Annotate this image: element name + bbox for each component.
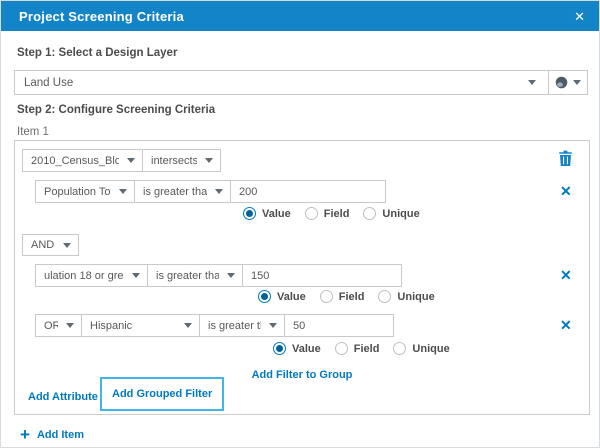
radio-value-selected[interactable] xyxy=(273,342,286,355)
comparison-dropdown[interactable]: is greater than xyxy=(134,180,231,203)
dialog-header: Project Screening Criteria ✕ xyxy=(1,1,599,31)
attribute-filter-row: OR Hispanic is greater than xyxy=(35,314,394,337)
remove-filter-icon[interactable]: ✕ xyxy=(560,184,572,198)
criteria-layer-dropdown[interactable]: 2010_Census_Blocks xyxy=(22,149,143,172)
design-layer-select[interactable]: Land Use xyxy=(14,70,588,95)
chevron-down-icon xyxy=(227,273,235,278)
radio-field[interactable] xyxy=(334,342,348,355)
comparison-dropdown[interactable]: is greater than xyxy=(199,314,285,337)
item-label: Item 1 xyxy=(17,126,49,138)
filter-mode-options: Value Field Unique xyxy=(243,207,420,220)
chevron-down-icon xyxy=(119,189,127,194)
plus-icon: + xyxy=(20,425,30,444)
step2-label: Step 2: Configure Screening Criteria xyxy=(17,104,216,116)
filter-value-input[interactable] xyxy=(230,180,386,203)
add-item-button[interactable]: + Add Item xyxy=(20,426,84,443)
design-layer-value: Land Use xyxy=(24,76,74,89)
radio-value-selected[interactable] xyxy=(243,207,256,220)
add-item-label: Add Item xyxy=(36,428,84,441)
project-screening-criteria-dialog: Project Screening Criteria ✕ Step 1: Sel… xyxy=(0,0,600,448)
item-panel: 2010_Census_Blocks intersects Population… xyxy=(14,140,590,415)
chevron-down-icon xyxy=(127,158,135,163)
design-layer-dropdown[interactable]: Land Use xyxy=(15,71,548,94)
add-grouped-filter-highlight: Add Grouped Filter xyxy=(100,377,225,411)
field-dropdown[interactable]: ulation 18 or greater xyxy=(35,264,148,287)
radio-unique[interactable] xyxy=(393,342,407,355)
delete-item-trash-icon[interactable] xyxy=(558,150,573,166)
chevron-down-icon xyxy=(66,323,74,328)
close-icon[interactable]: ✕ xyxy=(574,10,585,23)
group-operator-dropdown[interactable]: AND xyxy=(22,234,79,256)
chevron-down-icon xyxy=(215,189,223,194)
chevron-down-icon xyxy=(528,80,536,85)
radio-field[interactable] xyxy=(304,207,318,220)
radio-unique[interactable] xyxy=(378,290,392,303)
add-filter-to-group-link[interactable]: Add Filter to Group xyxy=(252,369,353,381)
logic-operator-dropdown[interactable]: OR xyxy=(35,314,82,337)
globe-icon xyxy=(555,76,568,89)
chevron-down-icon xyxy=(63,242,71,248)
field-dropdown[interactable]: Hispanic xyxy=(81,314,200,337)
chevron-down-icon xyxy=(573,80,581,85)
radio-unique[interactable] xyxy=(363,207,377,220)
filter-mode-options: Value Field Unique xyxy=(273,342,450,355)
filter-value-input[interactable] xyxy=(284,314,394,337)
comparison-dropdown[interactable]: is greater than xyxy=(147,264,243,287)
remove-filter-icon[interactable]: ✕ xyxy=(560,268,572,282)
attribute-filter-row: ulation 18 or greater is greater than xyxy=(35,264,402,287)
attribute-filter-row: Population Total is greater than xyxy=(35,180,386,203)
chevron-down-icon xyxy=(184,323,192,328)
add-grouped-filter-link[interactable]: Add Grouped Filter xyxy=(112,388,212,400)
dialog-title: Project Screening Criteria xyxy=(19,8,184,24)
radio-field[interactable] xyxy=(319,290,333,303)
step1-label: Step 1: Select a Design Layer xyxy=(17,47,178,59)
spatial-operator-dropdown[interactable]: intersects xyxy=(142,149,221,172)
chevron-down-icon xyxy=(205,158,213,163)
filter-value-input[interactable] xyxy=(242,264,402,287)
radio-value-selected[interactable] xyxy=(258,290,271,303)
chevron-down-icon xyxy=(132,273,140,278)
layer-options-button[interactable] xyxy=(548,71,587,94)
chevron-down-icon xyxy=(269,323,277,328)
layer-operator-row: 2010_Census_Blocks intersects xyxy=(22,149,221,172)
remove-filter-icon[interactable]: ✕ xyxy=(560,318,572,332)
filter-mode-options: Value Field Unique xyxy=(258,290,435,303)
field-dropdown[interactable]: Population Total xyxy=(35,180,135,203)
